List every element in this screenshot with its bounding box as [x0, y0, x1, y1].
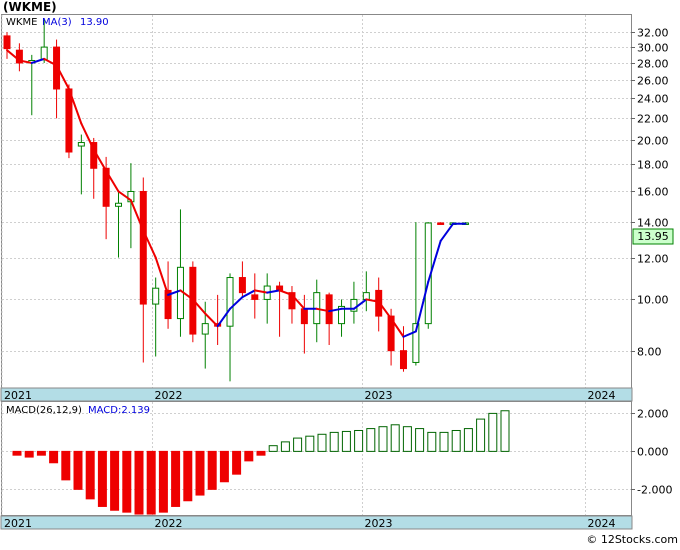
- price-y-tick-label: 20.00: [637, 135, 669, 148]
- macd-y-tick-label: -2.000: [637, 484, 672, 497]
- macd-bar: [24, 450, 34, 458]
- legend-symbol: WKME: [6, 17, 37, 28]
- macd-bar: [171, 450, 181, 507]
- price-y-tick-label: 14.00: [637, 217, 669, 230]
- chart-svg: 2021 2022 2023 2024 32.00 30.00 28.00 26.00 24.…: [0, 0, 678, 546]
- macd-bar: [49, 450, 59, 464]
- candle-body: [40, 46, 48, 61]
- stock-chart: 2021 2022 2023 2024 32.00 30.00 28.00 26.00 24.…: [0, 0, 680, 546]
- macd-bar: [232, 450, 242, 475]
- candle-body: [437, 222, 445, 225]
- macd-x-tick-label: 2022: [155, 517, 183, 530]
- macd-legend-label: MACD(26,12,9): [6, 405, 82, 416]
- macd-bar: [488, 412, 498, 452]
- macd-bar: [244, 450, 254, 462]
- macd-bar: [293, 437, 303, 452]
- price-y-tick-label: 28.00: [637, 58, 669, 71]
- macd-bar: [146, 450, 156, 515]
- macd-bar: [341, 430, 351, 452]
- price-x-axis-band: [0, 387, 633, 402]
- price-y-tick-label: 30.00: [637, 42, 669, 55]
- candle-body: [226, 277, 234, 327]
- candle-body: [399, 350, 407, 370]
- macd-bar: [427, 431, 437, 452]
- macd-bar: [390, 424, 400, 452]
- macd-x-tick-label: 2021: [4, 517, 32, 530]
- candle-body: [65, 88, 73, 153]
- macd-bar: [158, 450, 168, 513]
- macd-bar: [415, 428, 425, 452]
- price-y-tick-label: 16.00: [637, 186, 669, 199]
- candle-body: [152, 287, 160, 305]
- macd-bar: [256, 450, 266, 456]
- price-y-tick-label: 32.00: [637, 27, 669, 40]
- macd-bar: [354, 429, 364, 452]
- legend-ma-label: MA(3): [42, 17, 72, 28]
- macd-x-axis-band: [0, 515, 633, 530]
- macd-y-axis-labels: 2.000 0.000 -2.000: [631, 408, 672, 497]
- price-y-tick-label: 8.00: [637, 346, 662, 359]
- price-y-tick-label: 26.00: [637, 75, 669, 88]
- candle-body: [238, 277, 246, 294]
- price-x-tick-label: 2021: [4, 389, 32, 402]
- macd-bar: [134, 450, 144, 515]
- macd-bar: [317, 433, 327, 452]
- candle: [437, 222, 445, 225]
- macd-bar: [183, 450, 193, 502]
- macd-panel-frame: [1, 401, 632, 516]
- candle-body: [362, 292, 370, 300]
- macd-bar: [463, 428, 473, 452]
- candle-body: [77, 142, 85, 147]
- candle-body: [201, 323, 209, 335]
- macd-bar: [207, 450, 217, 490]
- price-y-tick-label: 12.00: [637, 253, 669, 266]
- footer-copyright: © 12Stocks.com: [586, 533, 678, 546]
- macd-y-tick-label: 0.000: [637, 446, 669, 459]
- macd-bar: [85, 450, 95, 500]
- macd-bar: [122, 450, 132, 513]
- candle-body: [251, 294, 259, 300]
- macd-bar: [402, 426, 412, 452]
- macd-legend-value: MACD:2.139: [88, 405, 150, 416]
- macd-bar: [439, 431, 449, 452]
- macd-bar: [36, 450, 46, 456]
- ticker-title: (WKME): [3, 0, 57, 14]
- candle-body: [325, 294, 333, 325]
- macd-bar: [280, 441, 290, 452]
- price-y-axis-labels: 32.00 30.00 28.00 26.00 24.00 22.00 20.00 18.00…: [631, 27, 669, 359]
- price-y-tick-label: 22.00: [637, 113, 669, 126]
- last-price-label: 13.95: [637, 230, 669, 243]
- macd-bar: [73, 450, 83, 490]
- macd-bar: [378, 426, 388, 452]
- candle-body: [115, 202, 123, 207]
- price-y-tick-label: 18.00: [637, 159, 669, 172]
- price-y-tick-label: 10.00: [637, 294, 669, 307]
- macd-bar: [268, 445, 278, 452]
- macd-bar: [366, 428, 376, 452]
- macd-bar: [476, 418, 486, 452]
- macd-bar: [329, 431, 339, 452]
- macd-bar: [110, 450, 120, 511]
- price-y-tick-label: 24.00: [637, 93, 669, 106]
- macd-bar: [219, 450, 229, 483]
- macd-bar: [195, 450, 205, 496]
- price-x-tick-label: 2022: [155, 389, 183, 402]
- macd-bar: [305, 435, 315, 452]
- price-x-tick-label: 2023: [365, 389, 393, 402]
- macd-bar: [97, 450, 107, 507]
- macd-x-tick-label: 2024: [588, 517, 616, 530]
- macd-y-tick-label: 2.000: [637, 408, 669, 421]
- legend-ma-value: 13.90: [80, 17, 109, 28]
- macd-bar: [12, 450, 22, 456]
- price-x-tick-label: 2024: [588, 389, 616, 402]
- macd-bar: [451, 429, 461, 452]
- macd-bar: [500, 410, 510, 452]
- candle-body: [3, 35, 11, 50]
- candle-body: [139, 190, 147, 305]
- candle-body: [300, 308, 308, 325]
- macd-bar: [61, 450, 71, 481]
- macd-x-tick-label: 2023: [365, 517, 393, 530]
